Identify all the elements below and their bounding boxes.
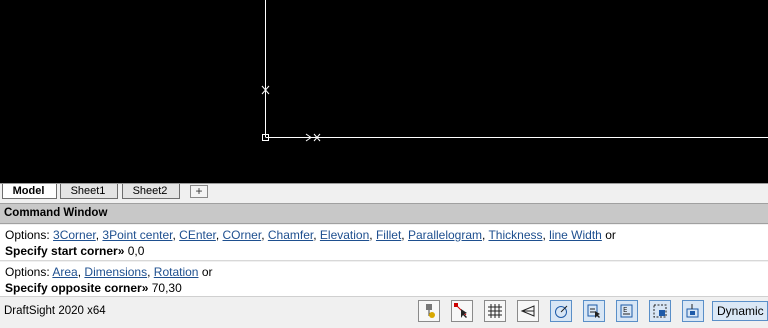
grid-toggle[interactable] xyxy=(484,300,506,322)
dynamic-input-icon xyxy=(653,304,667,318)
options-prefix: Options: xyxy=(5,228,50,242)
option-elevation[interactable]: Elevation xyxy=(320,228,369,242)
option-3point-center[interactable]: 3Point center xyxy=(102,228,172,242)
command-history-block: Options: 3Corner, 3Point center, CEnter,… xyxy=(0,225,768,261)
tracking-icon: E xyxy=(620,304,633,318)
option-rotation[interactable]: Rotation xyxy=(154,265,199,279)
ucs-axes xyxy=(261,0,768,142)
tab-sheet1[interactable]: Sheet1 xyxy=(60,184,118,199)
options-suffix: or xyxy=(605,228,616,242)
option-dimensions[interactable]: Dimensions xyxy=(84,265,147,279)
add-sheet-button[interactable]: + xyxy=(190,185,208,198)
app-version-label: DraftSight 2020 x64 xyxy=(4,305,106,317)
prompt-line: Specify start corner» 0,0 xyxy=(5,243,763,259)
option-corner[interactable]: COrner xyxy=(223,228,262,242)
layout-tab-bar: Model Sheet1 Sheet2 + xyxy=(0,183,768,199)
options-line: Options: Area, Dimensions, Rotation or xyxy=(5,265,213,279)
status-bar: DraftSight 2020 x64 E Dynamic xyxy=(0,296,768,328)
option-3corner[interactable]: 3Corner xyxy=(53,228,96,242)
tab-model[interactable]: Model xyxy=(2,184,57,199)
prompt-value: 70,30 xyxy=(151,281,182,295)
options-suffix: or xyxy=(201,265,213,279)
entity-snap-toggle[interactable] xyxy=(583,300,605,322)
annotation-icon xyxy=(686,304,699,318)
dynamic-mode-button[interactable]: Dynamic xyxy=(712,301,768,321)
option-center[interactable]: CEnter xyxy=(179,228,216,242)
option-line-width[interactable]: line Width xyxy=(549,228,602,242)
entity-snap-tracking-toggle[interactable] xyxy=(451,300,473,322)
command-window-title: Command Window xyxy=(0,203,768,224)
grid-icon xyxy=(488,304,502,318)
tab-sheet2[interactable]: Sheet2 xyxy=(122,184,180,199)
options-line: Options: 3Corner, 3Point center, CEnter,… xyxy=(5,228,616,242)
option-fillet[interactable]: Fillet xyxy=(376,228,401,242)
quick-input-toggle[interactable] xyxy=(418,300,440,322)
annotation-scale-toggle[interactable] xyxy=(682,300,704,322)
ortho-toggle[interactable] xyxy=(517,300,539,322)
prompt-label: Specify opposite corner» xyxy=(5,281,149,295)
option-area[interactable]: Area xyxy=(52,265,77,279)
prompt-label: Specify start corner» xyxy=(5,244,125,258)
svg-text:E: E xyxy=(623,306,627,314)
options-prefix: Options: xyxy=(5,265,50,279)
ortho-icon xyxy=(520,305,535,317)
option-chamfer[interactable]: Chamfer xyxy=(268,228,313,242)
prompt-line: Specify opposite corner» 70,30 xyxy=(5,280,763,296)
option-parallelogram[interactable]: Parallelogram xyxy=(408,228,482,242)
polar-toggle[interactable] xyxy=(550,300,572,322)
polar-icon xyxy=(555,305,568,318)
entity-snap-icon xyxy=(587,304,600,318)
prompt-value: 0,0 xyxy=(127,244,145,258)
dynamic-input-toggle[interactable] xyxy=(649,300,671,322)
option-thickness[interactable]: Thickness xyxy=(488,228,542,242)
entity-tracking-toggle[interactable]: E xyxy=(616,300,638,322)
pin-icon xyxy=(426,304,435,318)
drawing-canvas[interactable] xyxy=(0,0,768,183)
command-current-block[interactable]: Options: Area, Dimensions, Rotation or S… xyxy=(0,262,768,296)
cursor-snap-icon xyxy=(454,303,467,318)
